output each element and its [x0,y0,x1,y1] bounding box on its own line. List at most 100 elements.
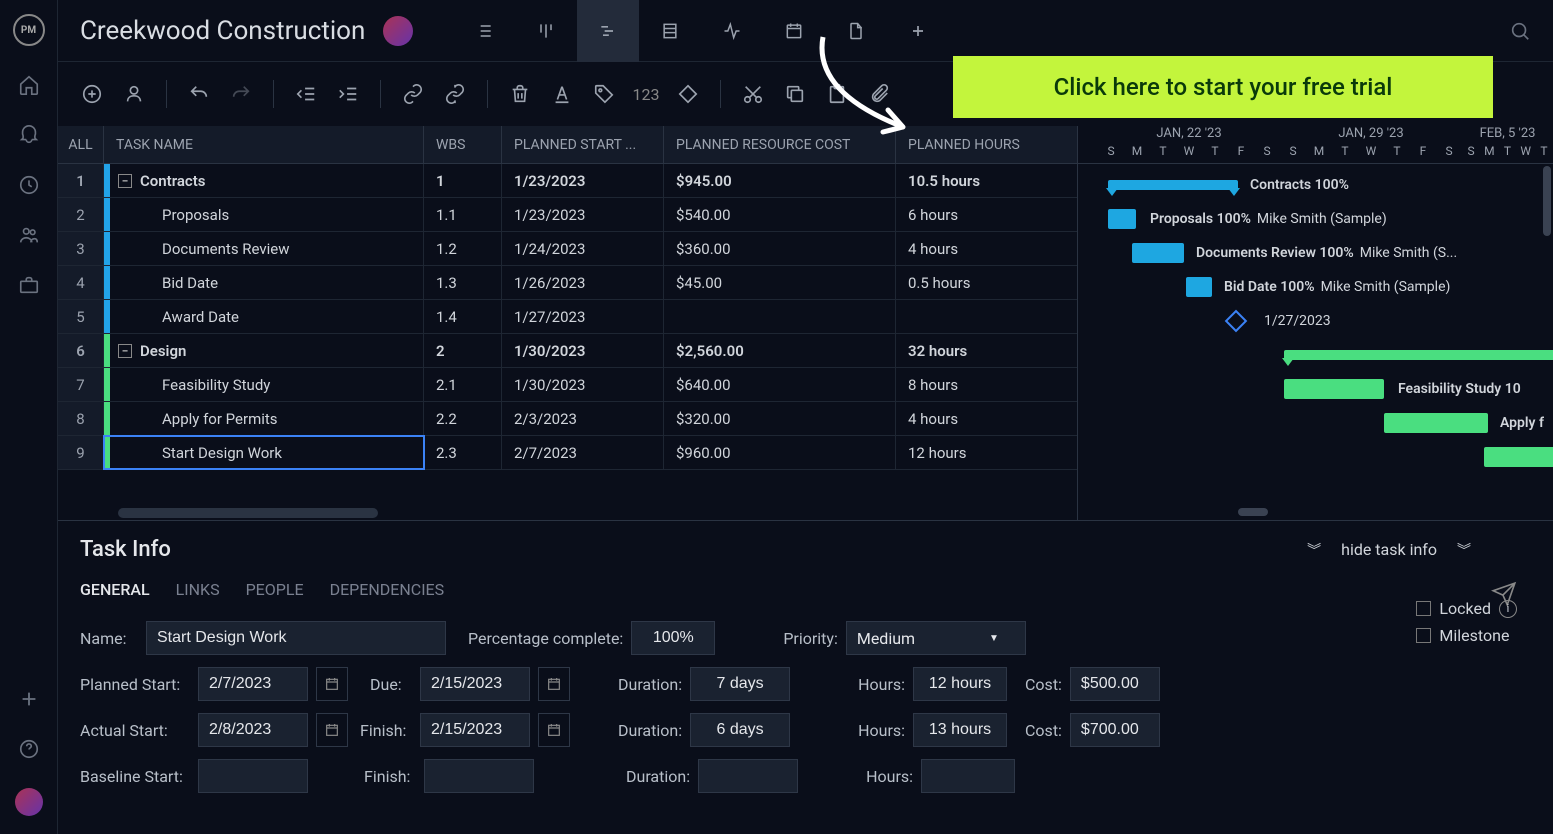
cost-cell[interactable]: $945.00 [664,164,896,197]
start-cell[interactable]: 1/27/2023 [502,300,664,333]
gantt-vscroll[interactable] [1543,166,1551,236]
due-input[interactable] [420,667,530,701]
tab-general[interactable]: GENERAL [80,580,150,599]
project-avatar[interactable] [383,16,413,46]
cost-cell[interactable]: $640.00 [664,368,896,401]
add-person-icon[interactable] [120,80,148,108]
table-row[interactable]: 9Start Design Work2.32/7/2023$960.0012 h… [58,436,1077,470]
calendar-icon[interactable] [316,713,348,747]
start-cell[interactable]: 1/30/2023 [502,334,664,367]
outdent-icon[interactable] [292,80,320,108]
milestone-icon[interactable] [674,80,702,108]
wbs-cell[interactable]: 2 [424,334,502,367]
cost-cell[interactable]: $45.00 [664,266,896,299]
hide-task-info[interactable]: ︾hide task info︾ [1307,540,1471,560]
undo-icon[interactable] [185,80,213,108]
board-view-icon[interactable] [515,0,577,62]
start-cell[interactable]: 1/23/2023 [502,198,664,231]
priority-select[interactable]: Medium▼ [846,621,1026,655]
start-cell[interactable]: 2/7/2023 [502,436,664,469]
wbs-cell[interactable]: 1.2 [424,232,502,265]
cost-cell[interactable]: $960.00 [664,436,896,469]
start-cell[interactable]: 2/3/2023 [502,402,664,435]
table-row[interactable]: 1−Contracts11/23/2023$945.0010.5 hours [58,164,1077,198]
calendar-view-icon[interactable] [763,0,825,62]
people-icon[interactable] [18,224,40,246]
pct-input[interactable] [631,621,715,655]
hours-cell[interactable]: 12 hours [896,436,1056,469]
task-name-cell[interactable]: Bid Date [104,266,424,299]
delete-icon[interactable] [506,80,534,108]
task-name-cell[interactable]: Start Design Work [104,436,424,469]
start-cell[interactable]: 1/30/2023 [502,368,664,401]
hours-cell[interactable]: 6 hours [896,198,1056,231]
copy-icon[interactable] [781,80,809,108]
tab-links[interactable]: LINKS [176,580,220,599]
file-view-icon[interactable] [825,0,887,62]
gantt-bar-feasibility[interactable] [1284,379,1384,399]
calendar-icon[interactable] [316,667,348,701]
start-cell[interactable]: 1/24/2023 [502,232,664,265]
finish-input-2[interactable] [424,759,534,793]
table-row[interactable]: 7Feasibility Study2.11/30/2023$640.008 h… [58,368,1077,402]
task-name-cell[interactable]: Apply for Permits [104,402,424,435]
attach-icon[interactable] [865,80,893,108]
task-name-cell[interactable]: Documents Review [104,232,424,265]
pm-logo[interactable]: PM [13,14,45,46]
clock-icon[interactable] [18,174,40,196]
baseline-start-input[interactable] [198,759,308,793]
activity-view-icon[interactable] [701,0,763,62]
finish-input[interactable] [420,713,530,747]
cost-cell[interactable]: $2,560.00 [664,334,896,367]
briefcase-icon[interactable] [18,274,40,296]
name-input[interactable] [146,621,446,655]
add-task-icon[interactable] [78,80,106,108]
tag-icon[interactable] [590,80,618,108]
tab-people[interactable]: PEOPLE [246,580,304,599]
hours-cell[interactable]: 10.5 hours [896,164,1056,197]
wbs-cell[interactable]: 1.1 [424,198,502,231]
user-avatar[interactable] [15,788,43,816]
cut-icon[interactable] [739,80,767,108]
planned-start-input[interactable] [198,667,308,701]
calendar-icon[interactable] [538,713,570,747]
start-cell[interactable]: 1/23/2023 [502,164,664,197]
gantt-milestone-award[interactable] [1225,310,1248,333]
gantt-bar-start-design[interactable] [1484,447,1553,467]
table-row[interactable]: 8Apply for Permits2.22/3/2023$320.004 ho… [58,402,1077,436]
hours-input-2[interactable] [913,713,1007,747]
task-name-cell[interactable]: −Contracts [104,164,424,197]
numbering-icon[interactable]: 123 [632,80,660,108]
col-planned-start[interactable]: PLANNED START ... [502,126,664,163]
cost-input-2[interactable] [1070,713,1160,747]
duration-input[interactable] [690,667,790,701]
task-name-cell[interactable]: −Design [104,334,424,367]
gantt-hscroll[interactable] [1238,508,1268,516]
paste-icon[interactable] [823,80,851,108]
redo-icon[interactable] [227,80,255,108]
search-icon[interactable] [1509,20,1531,42]
table-row[interactable]: 6−Design21/30/2023$2,560.0032 hours [58,334,1077,368]
cost-cell[interactable] [664,300,896,333]
task-name-cell[interactable]: Award Date [104,300,424,333]
start-cell[interactable]: 1/26/2023 [502,266,664,299]
hours-cell[interactable]: 32 hours [896,334,1056,367]
sheet-view-icon[interactable] [639,0,701,62]
text-format-icon[interactable] [548,80,576,108]
wbs-cell[interactable]: 2.1 [424,368,502,401]
tab-dependencies[interactable]: DEPENDENCIES [330,580,445,599]
col-planned-cost[interactable]: PLANNED RESOURCE COST [664,126,896,163]
wbs-cell[interactable]: 1 [424,164,502,197]
wbs-cell[interactable]: 1.4 [424,300,502,333]
hours-cell[interactable]: 4 hours [896,232,1056,265]
cost-cell[interactable]: $320.00 [664,402,896,435]
table-row[interactable]: 2Proposals1.11/23/2023$540.006 hours [58,198,1077,232]
home-icon[interactable] [18,74,40,96]
table-row[interactable]: 4Bid Date1.31/26/2023$45.000.5 hours [58,266,1077,300]
info-icon[interactable]: i [1499,600,1517,618]
col-task-name[interactable]: TASK NAME [104,126,424,163]
col-planned-hours[interactable]: PLANNED HOURS [896,126,1056,163]
hours-cell[interactable] [896,300,1056,333]
table-row[interactable]: 3Documents Review1.21/24/2023$360.004 ho… [58,232,1077,266]
table-row[interactable]: 5Award Date1.41/27/2023 [58,300,1077,334]
